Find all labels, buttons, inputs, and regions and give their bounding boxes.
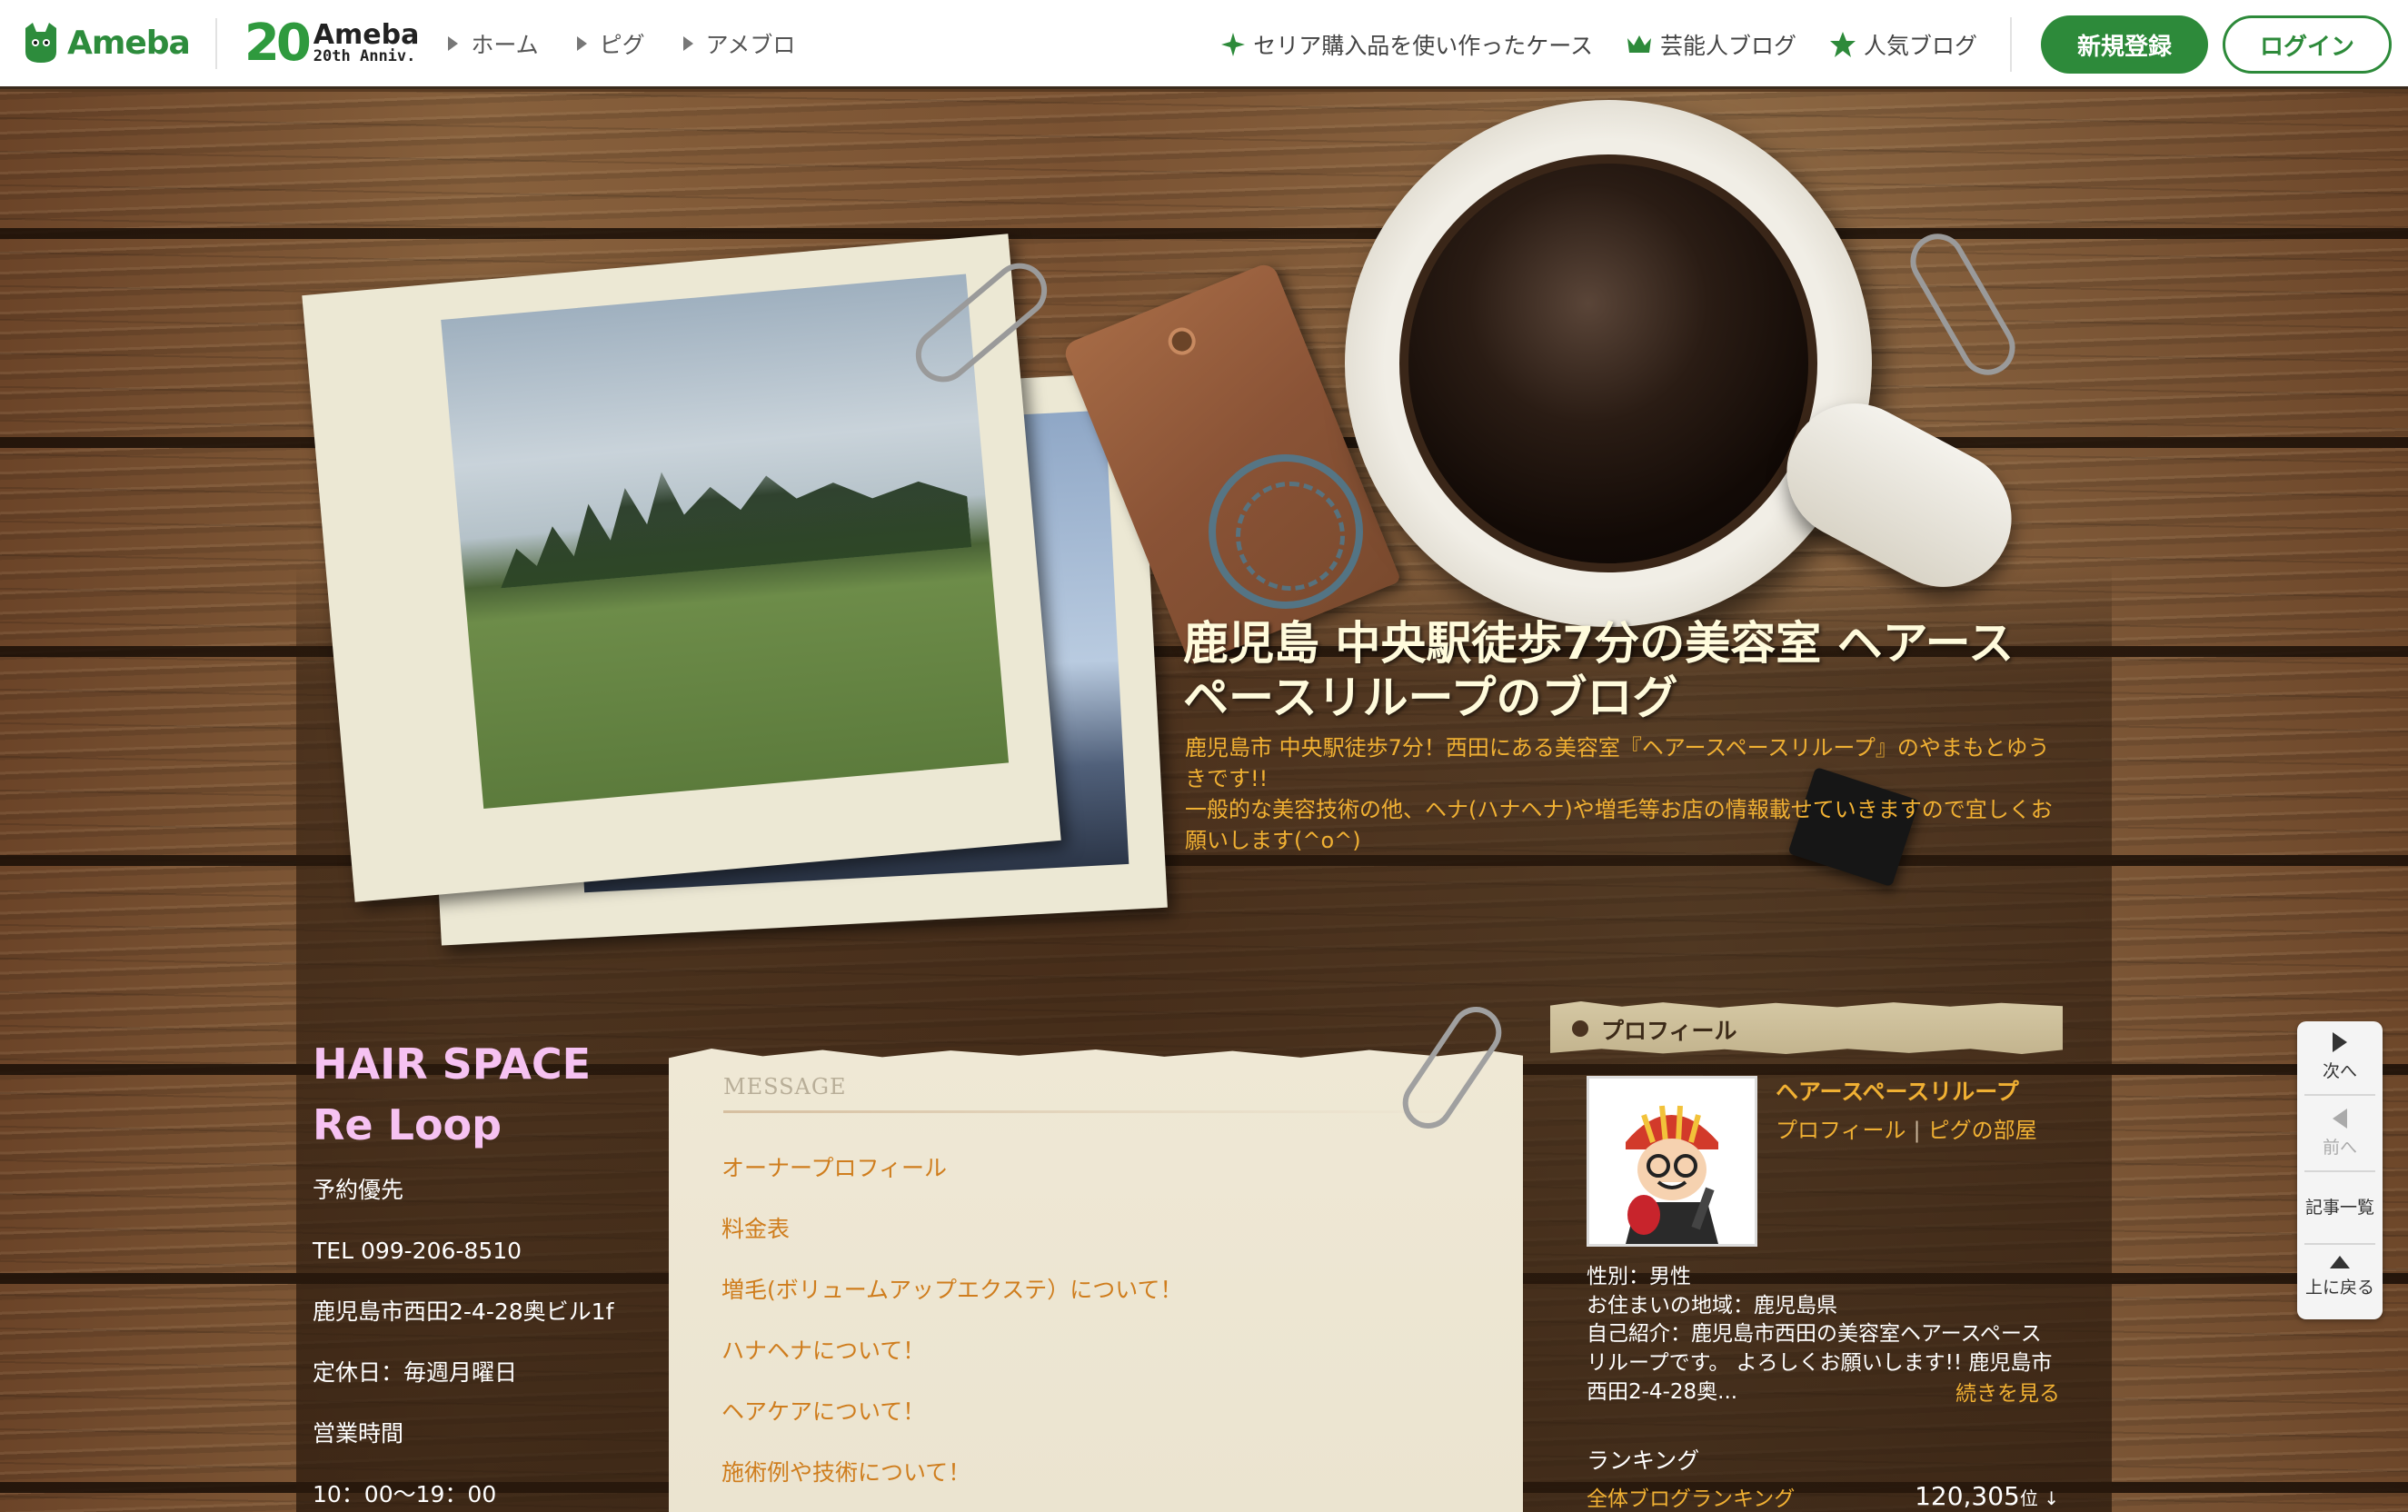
blog-description-line: 鹿児島市 中央駅徒歩7分！西田にある美容室『ヘアースペースリループ』のやまもとゆ…: [1185, 735, 2050, 792]
message-rule: [723, 1110, 1468, 1113]
ranking-value: 120,305位 ↓: [1915, 1481, 2059, 1512]
triangle-right-icon: [2333, 1032, 2347, 1052]
bullet-icon: [1572, 1020, 1588, 1037]
link-separator: |: [1913, 1118, 1921, 1143]
trend-link[interactable]: セリア購入品を使い作ったケース: [1220, 28, 1593, 61]
main-nav: ホーム ピグ アメブロ: [448, 27, 833, 60]
triangle-left-icon: [2333, 1109, 2347, 1129]
message-links: オーナープロフィール 料金表 増毛(ボリュームアップエクステ）について！ ハナヘ…: [721, 1150, 1183, 1512]
shop-info-line: 鹿児島市西田2-4-28奥ビル1f: [313, 1298, 614, 1325]
message-link[interactable]: 料金表: [721, 1211, 1183, 1272]
profile-heading-label: プロフィール: [1601, 1018, 1737, 1044]
profile-gender: 性別：男性: [1587, 1265, 1691, 1288]
nav-ameblo-label: アメブロ: [705, 31, 796, 58]
crown-icon: [1627, 35, 1651, 53]
register-button[interactable]: 新規登録: [2041, 15, 2208, 74]
ranking-unit: 位 ↓: [2019, 1487, 2059, 1509]
divider: [214, 17, 217, 69]
popular-blog-label: 人気ブログ: [1863, 33, 1977, 59]
ranking-label[interactable]: 全体ブログランキング: [1587, 1481, 1795, 1512]
blog-title[interactable]: 鹿児島 中央駅徒歩7分の美容室 ヘアースペースリループのブログ: [1183, 616, 2055, 725]
prev-article-button[interactable]: 前へ: [2297, 1109, 2383, 1159]
nav-ameblo[interactable]: アメブロ: [682, 27, 796, 60]
global-header: Ameba 20 Ameba 20th Anniv. ホーム ピグ アメブロ セ…: [0, 0, 2408, 89]
triangle-right-icon: [448, 35, 459, 51]
avatar[interactable]: [1587, 1076, 1757, 1247]
shop-info-line: 営業時間: [313, 1420, 404, 1447]
celebrity-blog-label: 芸能人ブログ: [1659, 33, 1796, 59]
nav-pig-label: ピグ: [599, 31, 645, 58]
anniversary-number: 20: [244, 13, 312, 73]
profile-link[interactable]: プロフィール: [1776, 1118, 1906, 1143]
read-more-link[interactable]: 続きを見る: [1955, 1376, 2060, 1407]
article-side-nav: 次へ 前へ 記事一覧 上に戻る: [2297, 1021, 2383, 1319]
message-link[interactable]: ハナヘナについて！: [721, 1333, 1183, 1394]
message-link[interactable]: ヘアケアについて！: [721, 1394, 1183, 1455]
shop-name: HAIR SPACE Re Loop: [313, 1040, 592, 1150]
article-list-button[interactable]: 記事一覧: [2297, 1194, 2383, 1219]
pig-room-link[interactable]: ピグの部屋: [1928, 1118, 2037, 1143]
message-link[interactable]: 施術例や技術について！: [721, 1455, 1183, 1512]
shop-info-line: TEL 099-206-8510: [313, 1238, 522, 1264]
triangle-right-icon: [682, 35, 693, 51]
message-heading: MESSAGE: [723, 1074, 847, 1099]
ameba-logo[interactable]: Ameba: [20, 0, 191, 88]
popular-blog-link[interactable]: 人気ブログ: [1829, 28, 1977, 61]
nav-pig[interactable]: ピグ: [576, 27, 645, 60]
coffee-cup: [1345, 100, 1872, 627]
article-list-label: 記事一覧: [2304, 1198, 2374, 1218]
anniversary-subtitle: 20th Anniv.: [313, 47, 416, 66]
nav-home[interactable]: ホーム: [448, 27, 539, 60]
celebrity-blog-link[interactable]: 芸能人ブログ: [1626, 28, 1796, 61]
ranking-title: ランキング: [1587, 1447, 1700, 1474]
blog-description-line: 一般的な美容技術の他、ヘナ(ハナヘナ)や増毛等お店の情報載せていきますので宜しく…: [1185, 797, 2053, 854]
logo-text: Ameba: [67, 25, 191, 62]
next-label: 次へ: [2322, 1061, 2357, 1081]
shop-info-line: 10：00〜19：00: [313, 1481, 497, 1507]
nav-home-label: ホーム: [471, 31, 539, 58]
message-link[interactable]: オーナープロフィール: [721, 1150, 1183, 1211]
ranking-number: 120,305: [1915, 1481, 2020, 1511]
shop-info: 予約優先 TEL 099-206-8510 鹿児島市西田2-4-28奥ビル1f …: [313, 1172, 658, 1512]
next-article-button[interactable]: 次へ: [2297, 1032, 2383, 1082]
shop-info-line: 定休日：毎週月曜日: [313, 1359, 518, 1386]
stamp-icon: [1209, 454, 1363, 609]
profile-name[interactable]: ヘアースペースリループ: [1776, 1074, 2019, 1107]
sparkle-icon: [1221, 33, 1246, 56]
profile-links: プロフィール | ピグの部屋: [1776, 1112, 2037, 1144]
anniversary-logo[interactable]: 20 Ameba 20th Anniv.: [244, 13, 420, 73]
divider: [2010, 17, 2012, 72]
ameba-mascot-icon: [20, 21, 62, 66]
prev-label: 前へ: [2322, 1138, 2357, 1158]
right-nav: セリア購入品を使い作ったケース 芸能人ブログ 人気ブログ 新規登録 ログイン: [1220, 0, 2408, 89]
profile-region: お住まいの地域：鹿児島県: [1587, 1293, 1837, 1318]
back-to-top-label: 上に戻る: [2304, 1278, 2374, 1298]
ranking-row: 全体ブログランキング 120,305位 ↓: [1587, 1481, 2059, 1512]
anniversary-title: Ameba: [313, 18, 420, 51]
back-to-top-button[interactable]: 上に戻る: [2297, 1256, 2383, 1298]
message-board: MESSAGE オーナープロフィール 料金表 増毛(ボリュームアップエクステ）に…: [669, 1049, 1523, 1512]
shop-info-line: 予約優先: [313, 1177, 404, 1203]
star-icon: [1829, 32, 1856, 57]
blog-description: 鹿児島市 中央駅徒歩7分！西田にある美容室『ヘアースペースリループ』のやまもとゆ…: [1185, 732, 2057, 856]
triangle-up-icon: [2330, 1256, 2350, 1268]
login-button[interactable]: ログイン: [2223, 15, 2392, 74]
profile-heading: プロフィール: [1550, 1001, 2063, 1054]
trend-link-label: セリア購入品を使い作ったケース: [1253, 33, 1593, 59]
message-link[interactable]: 増毛(ボリュームアップエクステ）について！: [721, 1272, 1183, 1333]
triangle-right-icon: [576, 35, 587, 51]
